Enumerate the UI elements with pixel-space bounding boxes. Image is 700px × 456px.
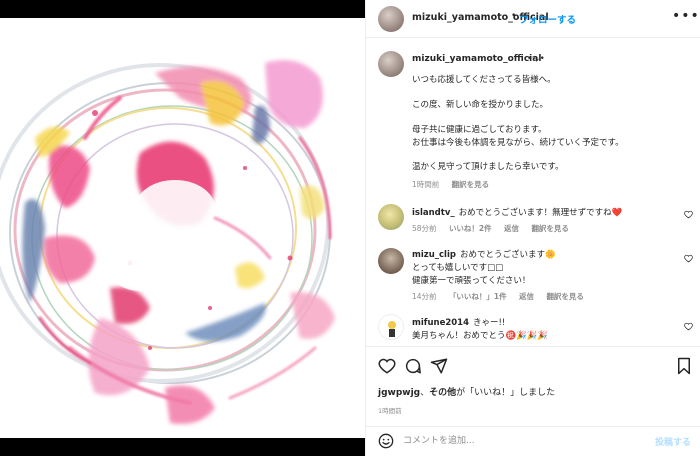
caption-username-suffix: •ᵕ⸝• [527, 54, 545, 64]
comment-text: mizu_clip おめでとうございます🌼 [412, 249, 556, 261]
likes-summary: jgwpwjg、その他が「いいね！」しました [378, 385, 555, 398]
translate-link[interactable]: 翻訳を見る [546, 292, 584, 301]
commenter-avatar[interactable] [378, 204, 404, 230]
comment-line: おめでとうございます！無理せずですね❤️ [458, 208, 623, 218]
more-horizontal-icon[interactable]: ••• [672, 8, 700, 24]
caption-meta: 1時間前 翻訳を見る [412, 179, 499, 190]
post-actions: jgwpwjg、その他が「いいね！」しました 1時間前 [366, 346, 700, 426]
avatar-figure-icon [388, 321, 396, 337]
caption-line: お仕事は今後も体調を見ながら、続けていく予定です。 [412, 138, 624, 148]
comment-line: おめでとうございます🌼 [459, 250, 556, 260]
caption-line: いつも応援してくださってる皆様へ。 [412, 75, 556, 85]
follow-button[interactable]: フォローする [519, 12, 576, 26]
reply-link[interactable]: 返信 [519, 292, 534, 301]
caption-username[interactable]: mizuki_yamamoto_official [412, 54, 541, 64]
like-comment-heart-icon[interactable] [684, 322, 693, 331]
caption-line: 母子共に健康に過ごしております。 [412, 125, 547, 135]
like-comment-heart-icon[interactable] [684, 254, 693, 263]
comment-line: 美月ちゃん！おめでとう㊗️🎉🎉🎉 [412, 331, 548, 341]
comment-line: きゃー!! [473, 318, 506, 328]
comment-text: islandtv_ おめでとうございます！無理せずですね❤️ [412, 207, 622, 219]
posted-time[interactable]: 1時間前 [378, 405, 402, 415]
commenter-username[interactable]: mizu_clip [412, 250, 456, 260]
emoji-icon[interactable] [378, 433, 394, 449]
liker-username[interactable]: jgwpwjg [378, 388, 420, 398]
comment-meta: 14分前 「いいね！」1件 返信 翻訳を見る [412, 291, 594, 302]
caption-line: 温かく見守って頂けましたら幸いです。 [412, 162, 564, 172]
separator-dot: • [511, 11, 517, 21]
comment-text: mifune2014 きゃー!! [412, 317, 505, 329]
abstract-painting [0, 18, 365, 438]
commenter-username[interactable]: mifune2014 [412, 318, 469, 328]
post-details-panel: mizuki_yamamoto_official • フォローする ••• mi… [365, 0, 700, 456]
translate-link[interactable]: 翻訳を見る [531, 224, 569, 233]
comment-icon[interactable] [404, 357, 422, 375]
likes-text: が「いいね！」しました [456, 388, 556, 398]
comment-likes[interactable]: いいね！2件 [449, 224, 492, 233]
commenter-avatar[interactable] [378, 314, 404, 340]
add-comment-bar: 投稿する [366, 426, 700, 456]
caption-time: 1時間前 [412, 180, 440, 189]
caption-line: この度、新しい命を授かりました。 [412, 100, 549, 110]
letterbox-bottom [0, 438, 365, 456]
comment-time: 58分前 [412, 224, 437, 233]
others-link[interactable]: その他 [429, 388, 456, 398]
letterbox-top [0, 0, 365, 18]
comment-time: 14分前 [412, 292, 437, 301]
comment-line: 健康第一で頑張ってください！ [412, 276, 531, 286]
translate-link[interactable]: 翻訳を見る [452, 180, 490, 189]
commenter-username[interactable]: islandtv_ [412, 208, 455, 218]
caption-avatar[interactable] [378, 51, 404, 77]
likes-separator: 、 [420, 388, 430, 398]
post-comment-button[interactable]: 投稿する [655, 435, 691, 448]
comment-likes[interactable]: 「いいね！」1件 [449, 292, 507, 301]
comment-line: とっても嬉しいです□□ [412, 263, 504, 273]
post-image[interactable] [0, 18, 365, 438]
heart-icon[interactable] [378, 357, 396, 375]
share-icon[interactable] [430, 357, 448, 375]
like-comment-heart-icon[interactable] [684, 210, 693, 219]
comments-section[interactable]: mizuki_yamamoto_official •ᵕ⸝• いつも応援してくださ… [366, 39, 700, 344]
comment-meta: 58分前 いいね！2件 返信 翻訳を見る [412, 223, 579, 234]
comment-input[interactable] [403, 433, 643, 449]
author-avatar[interactable] [378, 6, 404, 32]
bookmark-icon[interactable] [675, 357, 693, 375]
post-header: mizuki_yamamoto_official • フォローする ••• [366, 0, 700, 38]
commenter-avatar[interactable] [378, 248, 404, 274]
reply-link[interactable]: 返信 [504, 224, 519, 233]
